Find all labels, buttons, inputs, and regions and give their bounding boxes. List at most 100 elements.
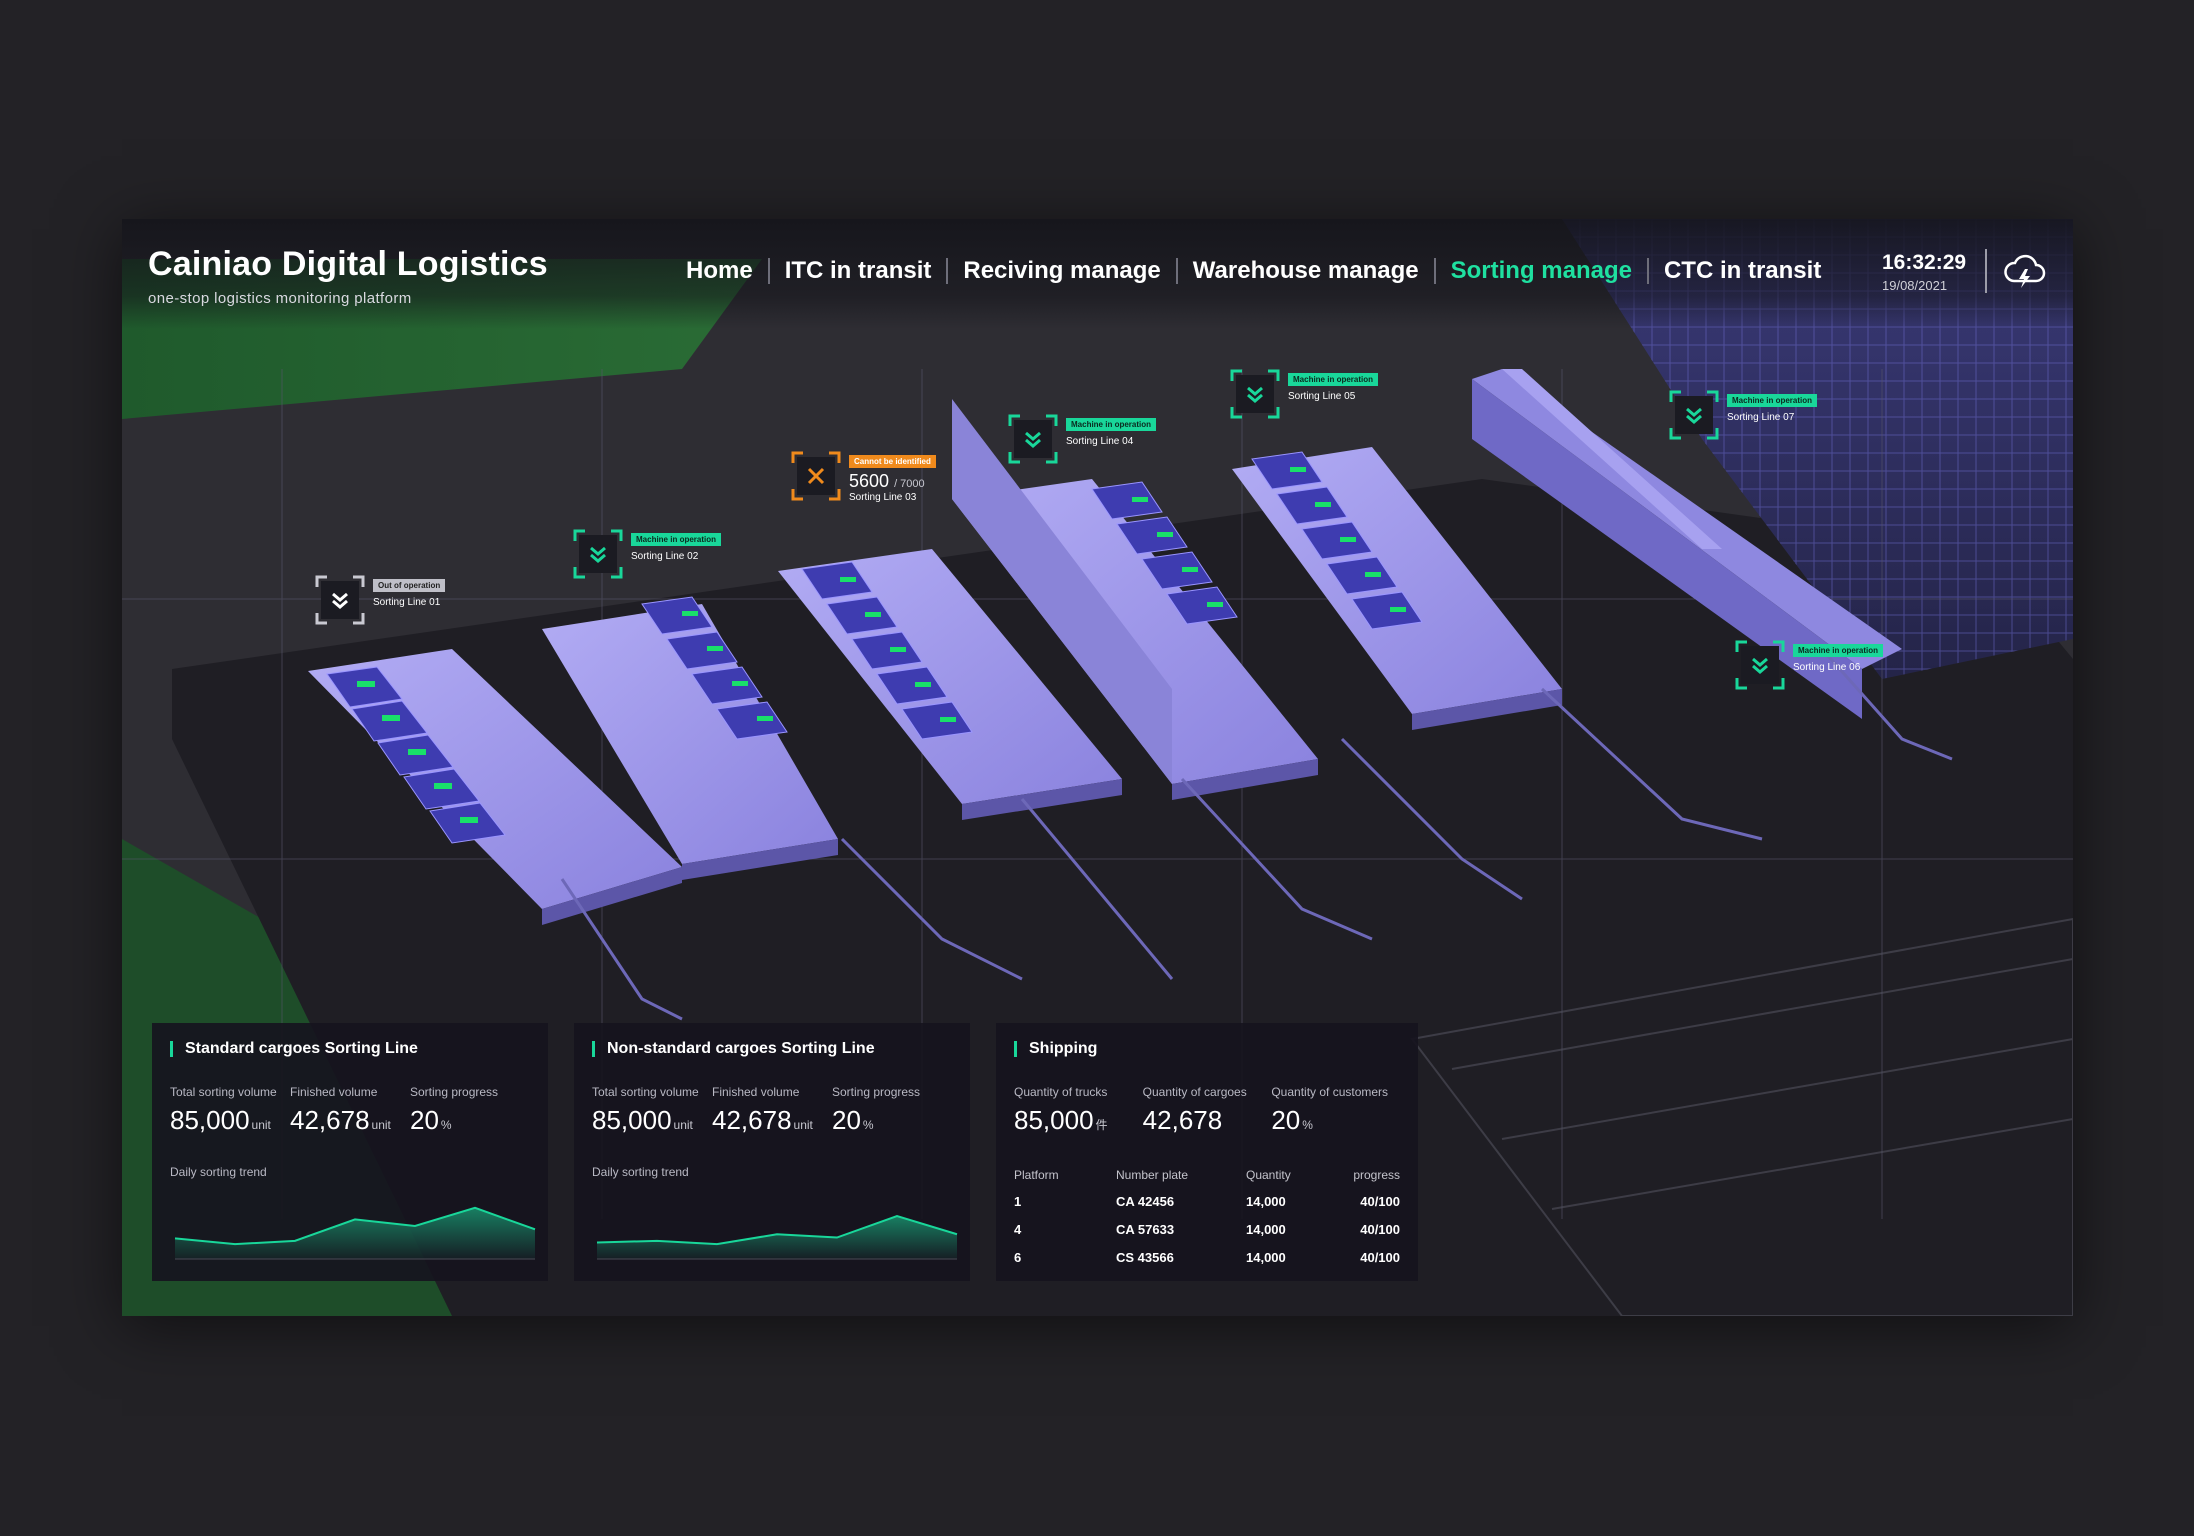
stat-number: 20 [1271,1105,1301,1135]
chevron-down-icon [1735,640,1785,690]
table-cell: CS 43566 [1116,1249,1174,1265]
nav-home[interactable]: Home [671,257,768,285]
main-nav: Home ITC in transit Reciving manage Ware… [671,257,1836,285]
trend-chart [596,1215,958,1260]
table-cell: 40/100 [1360,1193,1400,1209]
panel-title: Shipping [1014,1041,1097,1057]
table-cell: 40/100 [1360,1249,1400,1265]
stat-label: Quantity of cargoes [1142,1085,1247,1099]
table-cell: 14,000 [1246,1221,1286,1237]
stat-row: Quantity of trucks 85,000 件 Quantity of c… [1014,1085,1400,1136]
table-cell: 14,000 [1246,1249,1286,1265]
nav-warehouse-manage[interactable]: Warehouse manage [1178,257,1434,285]
clock-date: 19/08/2021 [1882,278,1948,293]
marker-sorting-line-05[interactable]: Machine in operation Sorting Line 05 [1230,369,1379,419]
table-cell: CA 42456 [1116,1193,1175,1209]
stat-unit: 件 [1095,1118,1108,1132]
table-row[interactable]: 4 CA 57633 14,000 40/100 [1014,1215,1400,1243]
table-cell: 40/100 [1360,1221,1400,1237]
trend-label: Daily sorting trend [592,1165,689,1179]
stat-number: 85,000 [592,1105,672,1135]
stat-unit: % [862,1118,874,1132]
nav-ctc-in-transit[interactable]: CTC in transit [1649,257,1836,285]
table-cell: 14,000 [1246,1193,1286,1209]
status-badge: Cannot be identified [849,455,936,468]
marker-sorting-line-02[interactable]: Machine in operation Sorting Line 02 [573,529,722,579]
stat-value: 20% [1271,1105,1400,1136]
stat-finished-volume: Finished volume 42,678 unit [290,1085,410,1136]
trend-area [597,1216,957,1259]
thunderstorm-cloud-icon[interactable] [2002,251,2046,291]
stat-value: 20% [832,1105,952,1136]
stat-sorting-progress: Sorting progress 20% [832,1085,952,1136]
column-header: Quantity [1246,1168,1291,1182]
count-value: 5600 / 7000 [849,471,936,492]
stat-total-volume: Total sorting volume 85,000 unit [170,1085,290,1136]
app-title: Cainiao Digital Logistics [148,245,548,283]
nav-itc-in-transit[interactable]: ITC in transit [770,257,947,285]
top-header: Cainiao Digital Logistics one-stop logis… [122,219,2073,329]
stat-unit: unit [673,1118,693,1132]
marker-sorting-line-01[interactable]: Out of operation Sorting Line 01 [315,575,446,625]
column-header: Number plate [1116,1168,1189,1182]
stat-finished-volume: Finished volume 42,678 unit [712,1085,832,1136]
nav-reciving-manage[interactable]: Reciving manage [948,257,1175,285]
stat-value: 42,678 [1143,1105,1272,1136]
status-badge: Machine in operation [1066,418,1157,431]
chevron-down-icon [1669,390,1719,440]
stat-number: 85,000 [170,1105,250,1135]
table-row[interactable]: 6 CS 43566 14,000 40/100 [1014,1243,1400,1271]
shipping-table: Platform Number plate Quantity progress … [1014,1163,1400,1271]
marker-sorting-line-03[interactable]: Cannot be identified 5600 / 7000 Sorting… [791,451,936,503]
stat-unit: unit [251,1118,271,1132]
stat-unit: % [440,1118,452,1132]
marker-label: Sorting Line 03 [849,492,917,503]
stat-row: Total sorting volume 85,000 unit Finished… [592,1085,952,1136]
stat-value: 20% [410,1105,530,1136]
panel-nonstandard-sorting: Non-standard cargoes Sorting Line Total … [574,1023,970,1281]
marker-sorting-line-04[interactable]: Machine in operation Sorting Line 04 [1008,414,1157,464]
brand: Cainiao Digital Logistics one-stop logis… [148,245,548,307]
nav-sorting-manage[interactable]: Sorting manage [1436,257,1647,285]
stat-customers: Quantity of customers 20% [1271,1085,1400,1136]
status-badge: Machine in operation [1793,644,1884,657]
trend-area [175,1207,535,1259]
stat-label: Finished volume [712,1085,800,1099]
table-header: Platform Number plate Quantity progress [1014,1163,1400,1187]
status-badge: Out of operation [373,579,446,592]
stat-label: Sorting progress [410,1085,499,1099]
table-row[interactable]: 1 CA 42456 14,000 40/100 [1014,1187,1400,1215]
marker-label: Sorting Line 02 [631,551,699,562]
clock: 16:32:29 19/08/2021 [1882,251,1966,293]
clock-time: 16:32:29 [1882,251,1967,274]
header-divider [1985,249,1987,293]
marker-sorting-line-07[interactable]: Machine in operation Sorting Line 07 [1669,390,1818,440]
stat-number: 85,000 [1014,1105,1094,1135]
stat-value: 42,678 unit [712,1105,832,1136]
stat-number: 42,678 [1142,1105,1223,1135]
stat-value: 85,000 unit [170,1105,290,1136]
table-cell: 1 [1014,1193,1022,1209]
stat-number: 20 [832,1105,861,1135]
panel-title: Standard cargoes Sorting Line [170,1041,418,1057]
panel-standard-sorting: Standard cargoes Sorting Line Total sort… [152,1023,548,1281]
column-header: progress [1353,1168,1400,1182]
marker-label: Sorting Line 07 [1727,412,1795,423]
stat-number: 42,678 [290,1105,370,1135]
stat-trucks: Quantity of trucks 85,000 件 [1014,1085,1143,1136]
table-cell: 6 [1014,1249,1022,1265]
count-total: / 7000 [894,478,925,490]
trend-chart [174,1206,536,1260]
stat-label: Sorting progress [832,1085,921,1099]
stat-cargoes: Quantity of cargoes 42,678 [1143,1085,1272,1136]
chevron-down-icon [1008,414,1058,464]
chevron-down-icon [573,529,623,579]
stat-total-volume: Total sorting volume 85,000 unit [592,1085,712,1136]
dashboard-frame: Cainiao Digital Logistics one-stop logis… [122,219,2073,1316]
stat-label: Quantity of customers [1271,1085,1389,1099]
panel-shipping: Shipping Quantity of trucks 85,000 件 Quan… [996,1023,1418,1281]
stat-number: 20 [410,1105,439,1135]
stat-label: Total sorting volume [170,1085,277,1099]
marker-sorting-line-06[interactable]: Machine in operation Sorting Line 06 [1735,640,1884,690]
close-icon [791,451,841,501]
